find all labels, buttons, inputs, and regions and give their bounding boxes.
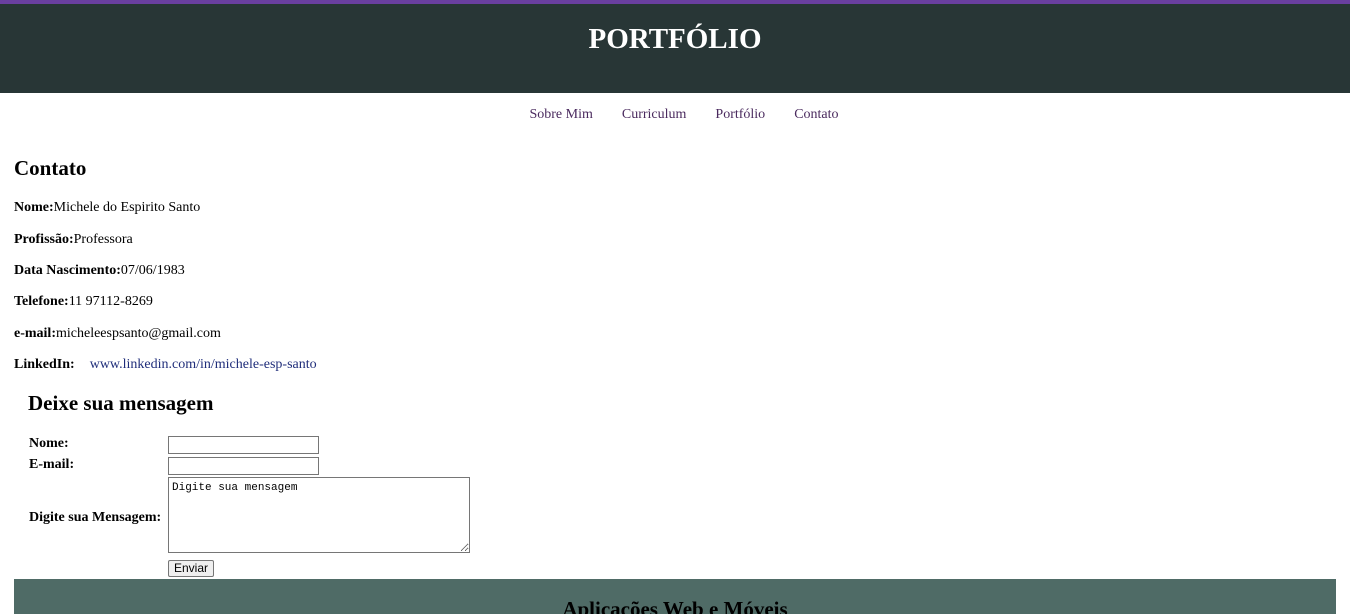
nav-link-contato[interactable]: Contato [794,105,838,127]
apps-section-heading: Aplicações Web e Móveis [562,597,788,614]
info-telefone: Telefone:11 97112-8269 [14,293,153,311]
info-email-value: micheleespsanto@gmail.com [55,326,221,341]
contato-heading: Contato [14,156,87,180]
linkedin-link[interactable]: www.linkedin.com/in/michele-esp-santo [90,357,317,372]
message-form-heading: Deixe sua mensagem [28,391,214,415]
form-email-input[interactable] [168,457,319,475]
submit-button[interactable]: Enviar [168,560,214,577]
form-message-textarea[interactable]: Digite sua mensagem [168,477,470,553]
info-profissao-value: Professora [73,232,133,247]
info-nome-value: Michele do Espirito Santo [53,200,201,215]
main-nav: Sobre Mim Curriculum Portfólio Contato [0,105,1350,127]
info-nome-label: Nome: [14,200,54,215]
info-telefone-label: Telefone: [14,294,69,309]
site-header: PORTFÓLIO [0,4,1350,93]
nav-link-portfolio[interactable]: Portfólio [715,105,765,127]
info-nome: Nome:Michele do Espirito Santo [14,199,200,217]
info-data-nascimento-value: 07/06/1983 [120,263,185,278]
nav-link-curriculum[interactable]: Curriculum [622,105,687,127]
form-email-label: E-mail: [29,457,75,472]
nav-links: Sobre Mim Curriculum Portfólio Contato [529,105,838,127]
apps-section: Aplicações Web e Móveis [14,579,1336,614]
info-email-label: e-mail: [14,326,56,341]
info-linkedin: LinkedIn: www.linkedin.com/in/michele-esp… [14,356,317,374]
info-telefone-value: 11 97112-8269 [68,294,153,309]
info-profissao: Profissão:Professora [14,231,133,249]
info-email: e-mail:micheleespsanto@gmail.com [14,325,221,343]
form-name-label: Nome: [29,436,69,451]
nav-link-sobre-mim[interactable]: Sobre Mim [529,105,592,127]
form-name-input[interactable] [168,436,319,454]
info-data-nascimento-label: Data Nascimento: [14,263,121,278]
site-title: PORTFÓLIO [588,23,762,55]
form-message-label: Digite sua Mensagem: [29,510,162,525]
info-linkedin-label: LinkedIn: [14,357,75,372]
info-data-nascimento: Data Nascimento:07/06/1983 [14,262,185,280]
info-profissao-label: Profissão: [14,232,74,247]
